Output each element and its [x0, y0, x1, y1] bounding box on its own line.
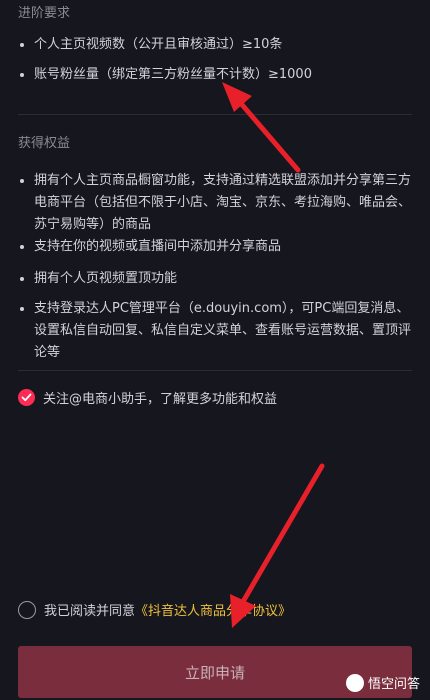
agreement-radio[interactable]	[18, 600, 36, 619]
agreement-row[interactable]: 我已阅读并同意 《抖音达人商品分享协议》	[18, 600, 412, 619]
benefit-text: 拥有个人主页商品橱窗功能，支持通过精选联盟添加并分享第三方电商平台（包括但不限于…	[34, 173, 412, 232]
bullet-dot	[20, 179, 24, 183]
requirement-text: 账号粉丝量（绑定第三方粉丝量不计数）≥1000	[34, 67, 312, 82]
bullet-dot	[20, 245, 24, 249]
bullet-dot	[20, 43, 24, 47]
watermark-text: 悟空问答	[367, 677, 420, 692]
benefit-item: 支持在你的视频或直播间中添加并分享商品	[18, 236, 412, 258]
benefit-item: 支持登录达人PC管理平台（e.douyin.com），可PC端回复消息、设置私信…	[18, 298, 412, 364]
benefit-item: 拥有个人页视频置顶功能	[18, 268, 412, 290]
wukong-logo-icon	[345, 673, 364, 692]
benefit-text: 拥有个人页视频置顶功能	[34, 271, 178, 286]
section-divider	[18, 114, 412, 115]
requirements-title: 进阶要求	[18, 6, 71, 21]
follow-checkbox-row[interactable]: 关注@电商小助手，了解更多功能和权益	[18, 388, 412, 407]
agreement-link[interactable]: 《抖音达人商品分享协议》	[135, 600, 291, 619]
requirement-text: 个人主页视频数（公开且审核通过）≥10条	[34, 37, 283, 52]
watermark: 悟空问答	[345, 673, 420, 692]
checkbox-checked-icon[interactable]	[18, 389, 35, 406]
requirement-item: 账号粉丝量（绑定第三方粉丝量不计数）≥1000	[18, 64, 412, 86]
agreement-prefix: 我已阅读并同意	[44, 604, 136, 619]
follow-checkbox-label: 关注@电商小助手，了解更多功能和权益	[43, 392, 278, 407]
section-divider	[18, 370, 412, 371]
benefit-item: 拥有个人主页商品橱窗功能，支持通过精选联盟添加并分享第三方电商平台（包括但不限于…	[18, 170, 412, 236]
requirement-item: 个人主页视频数（公开且审核通过）≥10条	[18, 34, 412, 56]
bullet-dot	[20, 307, 24, 311]
benefits-title: 获得权益	[18, 136, 71, 151]
arrow-top-icon	[222, 82, 301, 173]
bullet-dot	[20, 277, 24, 281]
benefit-text: 支持在你的视频或直播间中添加并分享商品	[34, 239, 282, 254]
bullet-dot	[20, 73, 24, 77]
benefit-text: 支持登录达人PC管理平台（e.douyin.com），可PC端回复消息、设置私信…	[34, 301, 412, 360]
